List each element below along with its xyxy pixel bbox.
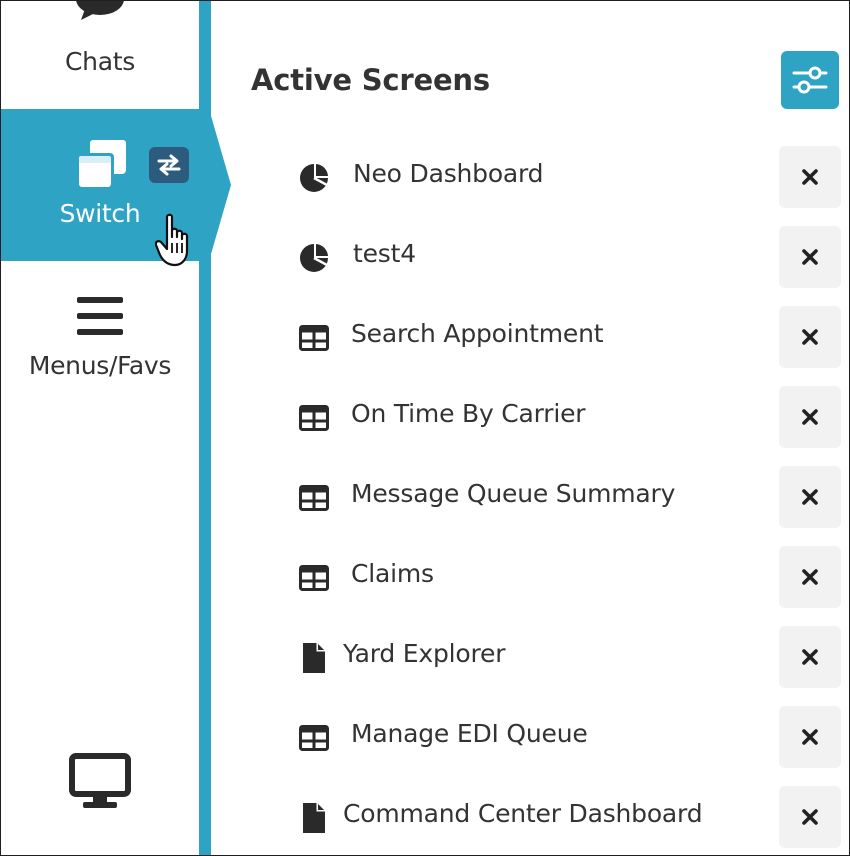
active-screens-panel: Active Screens Neo Dashboard test4 Search … (211, 1, 849, 855)
table-icon (297, 481, 331, 515)
screen-label: Yard Explorer (343, 639, 506, 668)
close-screen-button[interactable] (779, 626, 841, 688)
close-screen-button[interactable] (779, 386, 841, 448)
settings-button[interactable] (781, 51, 839, 109)
nav-item-chats[interactable]: Chats (1, 1, 199, 109)
close-icon (802, 409, 818, 425)
close-icon (802, 569, 818, 585)
close-screen-button[interactable] (779, 226, 841, 288)
close-icon (802, 169, 818, 185)
screen-label: On Time By Carrier (351, 399, 586, 428)
screen-row[interactable]: Yard Explorer (211, 617, 849, 697)
close-icon (802, 329, 818, 345)
screen-row[interactable]: Search Appointment (211, 297, 849, 377)
screen-row[interactable]: test4 (211, 217, 849, 297)
app-window: Chats Switch Menus/Favs Active Screens N… (0, 0, 850, 856)
screen-label: Command Center Dashboard (343, 799, 703, 828)
sliders-icon (792, 66, 828, 94)
close-screen-button[interactable] (779, 786, 841, 848)
nav-item-label: Menus/Favs (28, 351, 172, 380)
hamburger-icon (77, 297, 123, 335)
screen-label: Neo Dashboard (353, 159, 544, 188)
screen-row[interactable]: Message Queue Summary (211, 457, 849, 537)
screen-row[interactable]: On Time By Carrier (211, 377, 849, 457)
pie-chart-icon (297, 161, 331, 195)
swap-arrows-icon (157, 154, 181, 176)
close-screen-button[interactable] (779, 146, 841, 208)
chat-bubble-icon (76, 1, 124, 20)
close-screen-button[interactable] (779, 706, 841, 768)
close-icon (802, 489, 818, 505)
screen-label: Claims (351, 559, 434, 588)
swap-badge (149, 147, 189, 183)
close-icon (802, 729, 818, 745)
side-nav: Chats Switch Menus/Favs (1, 1, 211, 855)
windows-icon (76, 140, 126, 190)
panel-title: Active Screens (251, 63, 490, 97)
nav-item-menus-favs[interactable]: Menus/Favs (1, 291, 199, 401)
screen-row[interactable]: Claims (211, 537, 849, 617)
screen-row[interactable]: Command Center Dashboard (211, 777, 849, 855)
screen-row[interactable]: Manage EDI Queue (211, 697, 849, 777)
screen-label: Manage EDI Queue (351, 719, 588, 748)
close-screen-button[interactable] (779, 466, 841, 528)
table-icon (297, 721, 331, 755)
close-screen-button[interactable] (779, 546, 841, 608)
monitor-icon[interactable] (69, 753, 131, 811)
close-icon (802, 249, 818, 265)
hand-cursor-icon (155, 213, 189, 267)
screen-label: test4 (353, 239, 416, 268)
document-icon (297, 801, 331, 835)
table-icon (297, 321, 331, 355)
close-screen-button[interactable] (779, 306, 841, 368)
pie-chart-icon (297, 241, 331, 275)
close-icon (802, 649, 818, 665)
table-icon (297, 561, 331, 595)
screen-label: Message Queue Summary (351, 479, 676, 508)
nav-item-label: Chats (65, 47, 135, 76)
document-icon (297, 641, 331, 675)
screen-label: Search Appointment (351, 319, 604, 348)
table-icon (297, 401, 331, 435)
screen-row[interactable]: Neo Dashboard (211, 137, 849, 217)
close-icon (802, 809, 818, 825)
